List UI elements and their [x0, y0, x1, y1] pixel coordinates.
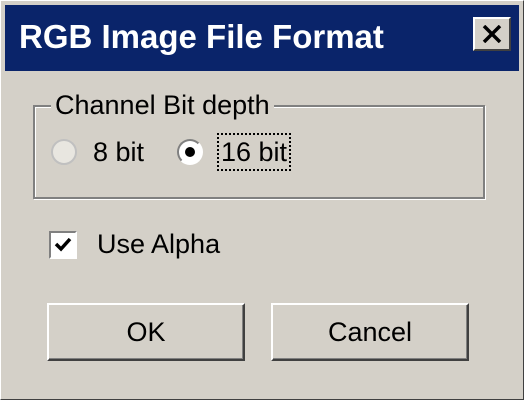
- channel-bit-depth-group: Channel Bit depth 8 bit 16 bit: [33, 89, 485, 199]
- radio-8-bit[interactable]: [51, 139, 77, 165]
- title-bar[interactable]: RGB Image File Format: [5, 5, 519, 71]
- close-icon: [482, 25, 502, 43]
- use-alpha-label[interactable]: Use Alpha: [97, 227, 220, 261]
- ok-button[interactable]: OK: [47, 303, 245, 361]
- radio-8-bit-label[interactable]: 8 bit: [93, 135, 144, 169]
- window-title: RGB Image File Format: [19, 18, 384, 55]
- group-legend: Channel Bit depth: [51, 89, 274, 121]
- cancel-button[interactable]: Cancel: [271, 303, 469, 361]
- use-alpha-checkbox[interactable]: [49, 231, 77, 259]
- radio-16-bit-label[interactable]: 16 bit: [216, 133, 292, 171]
- rgb-image-file-format-dialog: RGB Image File Format Channel Bit depth …: [0, 0, 524, 400]
- radio-16-bit[interactable]: [177, 139, 203, 165]
- close-button[interactable]: [473, 17, 511, 51]
- checkmark-icon: [54, 237, 72, 252]
